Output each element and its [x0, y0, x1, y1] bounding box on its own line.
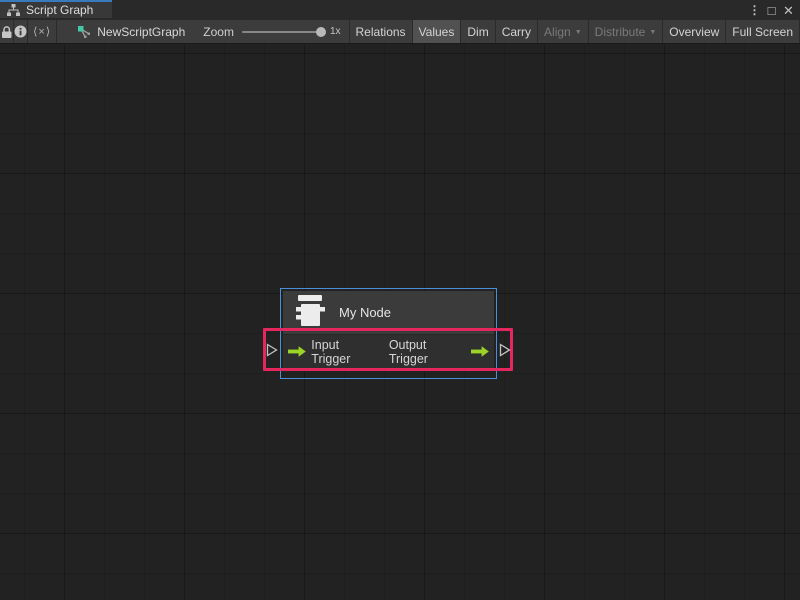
zoom-slider-handle[interactable]	[316, 27, 326, 37]
ports-highlight-outline	[263, 328, 513, 371]
titlebar: Script Graph ⋮ □ ✕	[0, 0, 800, 20]
lock-icon	[0, 25, 13, 39]
code-icon: ⟨×⟩	[33, 25, 51, 38]
info-icon	[14, 25, 27, 38]
overview-button[interactable]: Overview	[663, 20, 726, 43]
zoom-control: Zoom 1x	[203, 20, 346, 43]
lock-button[interactable]	[0, 20, 14, 43]
zoom-value: 1x	[330, 26, 341, 37]
input-port-connector[interactable]	[266, 343, 278, 357]
tab-script-graph[interactable]: Script Graph	[0, 0, 112, 18]
carry-button[interactable]: Carry	[496, 20, 538, 43]
code-toggle-button[interactable]: ⟨×⟩	[28, 20, 57, 43]
distribute-dropdown[interactable]: Distribute ▼	[589, 20, 664, 43]
toolbar: ⟨×⟩ NewScriptGraph Zoom 1x Relations Va	[0, 20, 800, 44]
align-dropdown[interactable]: Align ▼	[538, 20, 589, 43]
window-controls: ⋮ □ ✕	[746, 0, 797, 20]
info-button[interactable]	[14, 20, 28, 43]
script-graph-window: Script Graph ⋮ □ ✕ ⟨×⟩	[0, 0, 800, 600]
node-title: My Node	[339, 305, 391, 320]
fullscreen-button[interactable]: Full Screen	[726, 20, 800, 43]
chevron-down-icon: ▼	[575, 29, 582, 36]
zoom-slider[interactable]	[242, 31, 324, 33]
graph-name: NewScriptGraph	[97, 25, 185, 39]
window-menu-icon[interactable]: ⋮	[746, 0, 763, 20]
close-icon[interactable]: ✕	[780, 0, 797, 20]
toolbar-toggle-group: Relations Values Dim Carry Align ▼ Distr…	[349, 20, 800, 43]
dim-button[interactable]: Dim	[461, 20, 495, 43]
unit-node-icon	[293, 295, 326, 330]
output-port-connector[interactable]	[499, 343, 511, 357]
tab-label: Script Graph	[26, 3, 93, 17]
values-button[interactable]: Values	[413, 20, 462, 43]
zoom-label: Zoom	[203, 25, 234, 39]
chevron-down-icon: ▼	[649, 29, 656, 36]
graph-hierarchy-icon	[7, 4, 20, 16]
script-graph-icon	[77, 25, 91, 38]
relations-button[interactable]: Relations	[350, 20, 413, 43]
maximize-icon[interactable]: □	[763, 0, 780, 20]
graph-breadcrumb[interactable]: NewScriptGraph	[77, 20, 185, 43]
